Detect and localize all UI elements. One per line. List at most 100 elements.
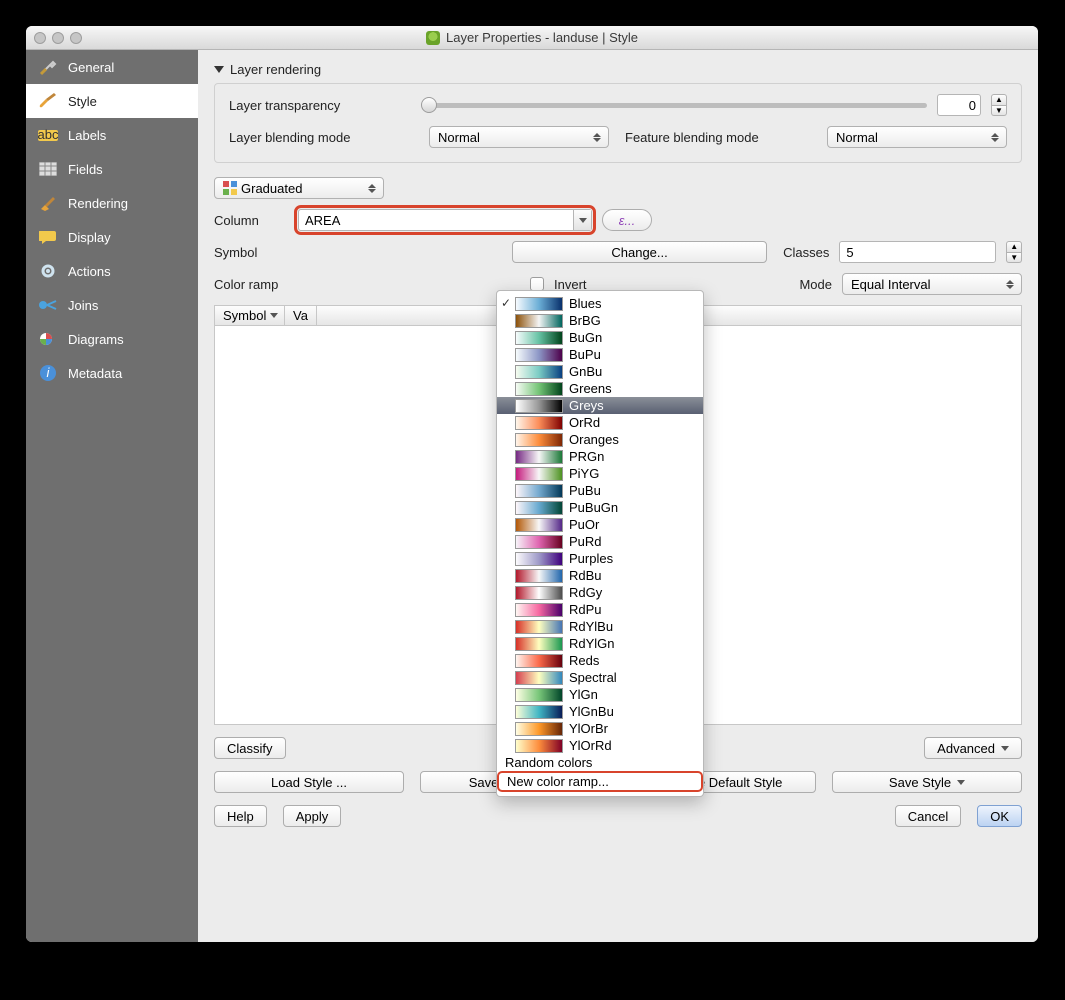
mode-label: Mode <box>799 277 832 292</box>
ramp-option-rdbu[interactable]: RdBu <box>497 567 703 584</box>
ramp-option-label: PuRd <box>569 534 602 549</box>
ramp-option-piyg[interactable]: PiYG <box>497 465 703 482</box>
ramp-option-spectral[interactable]: Spectral <box>497 669 703 686</box>
col-value[interactable]: Va <box>285 306 317 325</box>
ramp-option-random[interactable]: Random colors <box>497 754 703 771</box>
ramp-option-label: RdYlBu <box>569 619 613 634</box>
ramp-swatch-icon <box>515 722 563 736</box>
ramp-option-label: Spectral <box>569 670 617 685</box>
gear-icon <box>38 262 58 280</box>
ramp-option-bugn[interactable]: BuGn <box>497 329 703 346</box>
sidebar-label: Fields <box>68 162 103 177</box>
ramp-option-brbg[interactable]: BrBG <box>497 312 703 329</box>
ramp-option-label: YlGn <box>569 687 598 702</box>
ramp-swatch-icon <box>515 569 563 583</box>
help-button[interactable]: Help <box>214 805 267 827</box>
ramp-option-label: PuBuGn <box>569 500 618 515</box>
sidebar-item-fields[interactable]: Fields <box>26 152 198 186</box>
qgis-icon <box>426 31 440 45</box>
ramp-option-purples[interactable]: Purples <box>497 550 703 567</box>
ramp-swatch-icon <box>515 399 563 413</box>
ramp-option-puor[interactable]: PuOr <box>497 516 703 533</box>
ramp-option-greens[interactable]: Greens <box>497 380 703 397</box>
labels-icon: abc <box>38 126 58 144</box>
ramp-option-rdylbu[interactable]: RdYlBu <box>497 618 703 635</box>
sidebar-item-joins[interactable]: Joins <box>26 288 198 322</box>
expression-button[interactable]: ε... <box>602 209 652 231</box>
ramp-option-gnbu[interactable]: GnBu <box>497 363 703 380</box>
ramp-option-orrd[interactable]: OrRd <box>497 414 703 431</box>
layer-blend-select[interactable]: Normal <box>429 126 609 148</box>
save-style-button[interactable]: Save Style <box>832 771 1022 793</box>
sidebar-label: Metadata <box>68 366 122 381</box>
feature-blend-value: Normal <box>836 130 878 145</box>
sidebar-item-diagrams[interactable]: Diagrams <box>26 322 198 356</box>
sidebar-item-actions[interactable]: Actions <box>26 254 198 288</box>
classify-button[interactable]: Classify <box>214 737 286 759</box>
ramp-swatch-icon <box>515 705 563 719</box>
layer-rendering-header[interactable]: Layer rendering <box>214 62 1022 77</box>
ramp-swatch-icon <box>515 484 563 498</box>
invert-checkbox[interactable] <box>530 277 544 291</box>
feature-blend-select[interactable]: Normal <box>827 126 1007 148</box>
ramp-option-rdpu[interactable]: RdPu <box>497 601 703 618</box>
sidebar-label: Style <box>68 94 97 109</box>
ramp-option-ylorbr[interactable]: YlOrBr <box>497 720 703 737</box>
ramp-option-label: RdBu <box>569 568 602 583</box>
ramp-swatch-icon <box>515 297 563 311</box>
transparency-slider[interactable] <box>429 103 927 108</box>
transparency-value[interactable] <box>937 94 981 116</box>
ramp-option-reds[interactable]: Reds <box>497 652 703 669</box>
ramp-option-greys[interactable]: Greys <box>497 397 703 414</box>
ramp-option-blues[interactable]: Blues <box>497 295 703 312</box>
sidebar-item-style[interactable]: Style <box>26 84 198 118</box>
ramp-swatch-icon <box>515 348 563 362</box>
ramp-option-prgn[interactable]: PRGn <box>497 448 703 465</box>
ramp-option-label: BuGn <box>569 330 602 345</box>
ramp-option-new[interactable]: New color ramp... <box>499 773 701 790</box>
transparency-label: Layer transparency <box>229 98 419 113</box>
ramp-option-bupu[interactable]: BuPu <box>497 346 703 363</box>
classes-value[interactable] <box>839 241 996 263</box>
chevron-down-icon <box>1001 746 1009 751</box>
column-select[interactable]: AREA <box>298 209 592 231</box>
paintbrush-icon <box>38 194 58 212</box>
sidebar-item-labels[interactable]: abc Labels <box>26 118 198 152</box>
ramp-option-label: GnBu <box>569 364 602 379</box>
transparency-stepper[interactable]: ▲▼ <box>991 94 1007 116</box>
ramp-swatch-icon <box>515 603 563 617</box>
sidebar-item-general[interactable]: General <box>26 50 198 84</box>
cancel-button[interactable]: Cancel <box>895 805 961 827</box>
apply-button[interactable]: Apply <box>283 805 342 827</box>
sidebar-item-rendering[interactable]: Rendering <box>26 186 198 220</box>
ramp-option-label: PuBu <box>569 483 601 498</box>
ramp-option-ylgn[interactable]: YlGn <box>497 686 703 703</box>
classes-stepper[interactable]: ▲▼ <box>1006 241 1022 263</box>
ramp-option-ylorrd[interactable]: YlOrRd <box>497 737 703 754</box>
column-label: Column <box>214 213 288 228</box>
sidebar-item-metadata[interactable]: i Metadata <box>26 356 198 390</box>
load-style-button[interactable]: Load Style ... <box>214 771 404 793</box>
ramp-option-ylgnbu[interactable]: YlGnBu <box>497 703 703 720</box>
layer-rendering-panel: Layer transparency ▲▼ Layer blending mod… <box>214 83 1022 163</box>
wrench-icon <box>38 58 58 76</box>
ramp-option-pubu[interactable]: PuBu <box>497 482 703 499</box>
ramp-option-pubugn[interactable]: PuBuGn <box>497 499 703 516</box>
ramp-option-purd[interactable]: PuRd <box>497 533 703 550</box>
ok-button[interactable]: OK <box>977 805 1022 827</box>
info-icon: i <box>38 364 58 382</box>
advanced-button[interactable]: Advanced <box>924 737 1022 759</box>
ramp-option-rdgy[interactable]: RdGy <box>497 584 703 601</box>
color-ramp-menu[interactable]: BluesBrBGBuGnBuPuGnBuGreensGreysOrRdOran… <box>496 290 704 797</box>
ramp-swatch-icon <box>515 433 563 447</box>
ramp-option-rdylgn[interactable]: RdYlGn <box>497 635 703 652</box>
ramp-swatch-icon <box>515 620 563 634</box>
ramp-option-oranges[interactable]: Oranges <box>497 431 703 448</box>
feature-blend-label: Feature blending mode <box>625 130 759 145</box>
sidebar-item-display[interactable]: Display <box>26 220 198 254</box>
renderer-select[interactable]: Graduated <box>214 177 384 199</box>
change-symbol-button[interactable]: Change... <box>512 241 767 263</box>
col-symbol[interactable]: Symbol <box>215 306 285 325</box>
sidebar-label: Diagrams <box>68 332 124 347</box>
mode-select[interactable]: Equal Interval <box>842 273 1022 295</box>
